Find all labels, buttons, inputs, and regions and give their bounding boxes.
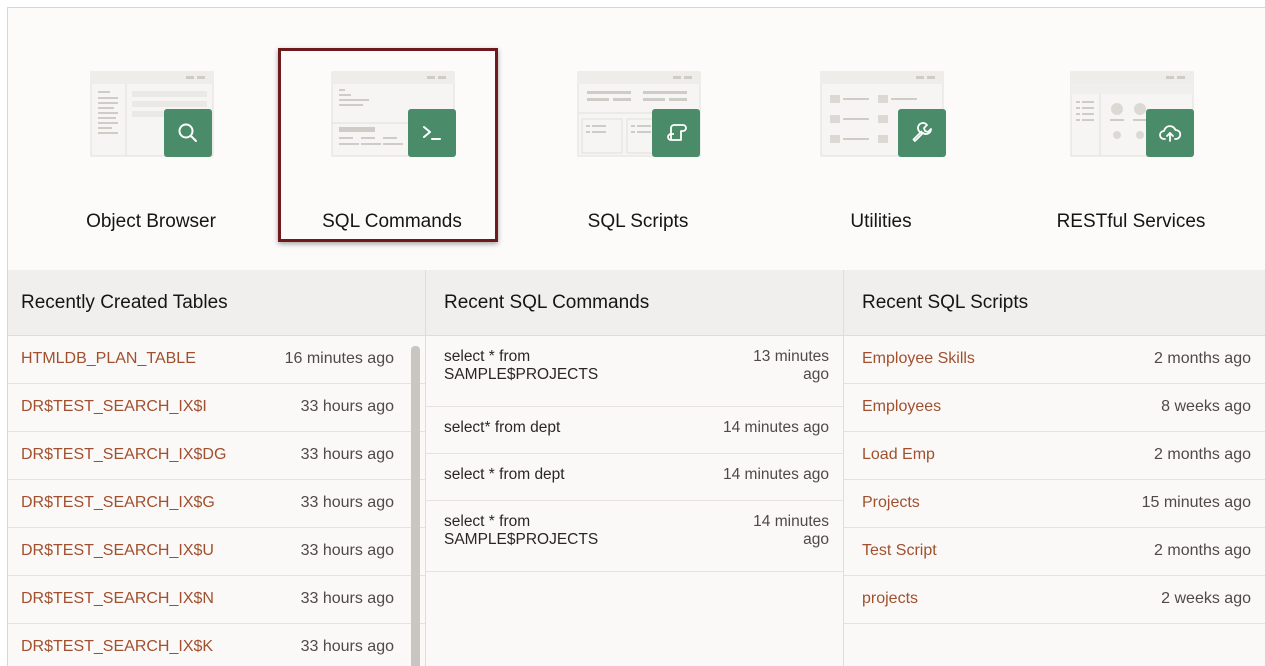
table-link[interactable]: HTMLDB_PLAN_TABLE: [21, 350, 196, 368]
run-time: 14 minutes ago: [753, 513, 829, 548]
script-link[interactable]: Employees: [862, 398, 941, 416]
recent-activity-panels: Recently Created Tables HTMLDB_PLAN_TABL…: [8, 270, 1265, 666]
created-time: 16 minutes ago: [284, 350, 394, 367]
panel-title: Recent SQL Commands: [426, 270, 843, 336]
sql-scripts-label: SQL Scripts: [587, 211, 689, 232]
list-item: DR$TEST_SEARCH_IX$I 33 hours ago: [8, 384, 425, 432]
script-scroll-icon: [667, 124, 687, 141]
list-item: select * from SAMPLE$PROJECTS 13 minutes …: [426, 336, 843, 407]
updated-time: 8 weeks ago: [1161, 398, 1251, 415]
sql-commands-badge: [408, 109, 456, 157]
panel-title: Recent SQL Scripts: [844, 270, 1265, 336]
table-link[interactable]: DR$TEST_SEARCH_IX$G: [21, 494, 215, 512]
sql-commands-tile[interactable]: SQL Commands: [281, 8, 503, 270]
run-time: 14 minutes ago: [723, 466, 829, 483]
created-time: 33 hours ago: [300, 398, 394, 415]
updated-time: 2 months ago: [1154, 542, 1251, 559]
restful-services-badge: [1146, 109, 1194, 157]
list-item: select * from SAMPLE$PROJECTS 14 minutes …: [426, 501, 843, 572]
command-link[interactable]: select * from dept: [444, 466, 644, 484]
list-item: Load Emp 2 months ago: [844, 432, 1265, 480]
updated-time: 15 minutes ago: [1141, 494, 1251, 511]
command-link[interactable]: select* from dept: [444, 419, 644, 437]
created-time: 33 hours ago: [300, 446, 394, 463]
scrollbar-thumb[interactable]: [411, 346, 420, 666]
updated-time: 2 months ago: [1154, 350, 1251, 367]
list-item: DR$TEST_SEARCH_IX$U 33 hours ago: [8, 528, 425, 576]
created-time: 33 hours ago: [300, 494, 394, 511]
recently-created-tables-panel: Recently Created Tables HTMLDB_PLAN_TABL…: [8, 270, 426, 666]
list-item: Employee Skills 2 months ago: [844, 336, 1265, 384]
workshop-launcher: Object Browser SQL Commands SQL Scripts …: [8, 8, 1265, 271]
list-item: HTMLDB_PLAN_TABLE 16 minutes ago: [8, 336, 425, 384]
recent-tables-list: HTMLDB_PLAN_TABLE 16 minutes ago DR$TEST_…: [8, 336, 425, 666]
search-icon: [178, 123, 197, 142]
table-link[interactable]: DR$TEST_SEARCH_IX$U: [21, 542, 214, 560]
script-link[interactable]: Projects: [862, 494, 920, 512]
run-time: 14 minutes ago: [723, 419, 829, 436]
object-browser-label: Object Browser: [86, 211, 216, 232]
panel-title: Recently Created Tables: [8, 270, 425, 336]
object-browser-tile[interactable]: Object Browser: [40, 8, 262, 270]
recent-scripts-list: Employee Skills 2 months ago Employees 8 w…: [844, 336, 1265, 624]
list-item: select * from dept 14 minutes ago: [426, 454, 843, 501]
script-link[interactable]: Test Script: [862, 542, 937, 560]
created-time: 33 hours ago: [300, 638, 394, 655]
run-time: 13 minutes ago: [753, 348, 829, 383]
updated-time: 2 months ago: [1154, 446, 1251, 463]
list-item: Employees 8 weeks ago: [844, 384, 1265, 432]
wrench-icon: [912, 122, 932, 142]
command-link[interactable]: select * from SAMPLE$PROJECTS: [444, 513, 644, 549]
command-link[interactable]: select * from SAMPLE$PROJECTS: [444, 348, 644, 384]
table-link[interactable]: DR$TEST_SEARCH_IX$DG: [21, 446, 226, 464]
table-link[interactable]: DR$TEST_SEARCH_IX$K: [21, 638, 213, 656]
created-time: 33 hours ago: [300, 590, 394, 607]
list-item: DR$TEST_SEARCH_IX$N 33 hours ago: [8, 576, 425, 624]
script-link[interactable]: Employee Skills: [862, 350, 975, 368]
restful-services-label: RESTful Services: [1056, 211, 1206, 232]
terminal-icon: [423, 126, 441, 140]
utilities-tile[interactable]: Utilities: [770, 8, 992, 270]
utilities-badge: [898, 109, 946, 157]
updated-time: 2 weeks ago: [1161, 590, 1251, 607]
created-time: 33 hours ago: [300, 542, 394, 559]
table-link[interactable]: DR$TEST_SEARCH_IX$I: [21, 398, 207, 416]
sql-commands-label: SQL Commands: [322, 211, 462, 232]
sql-scripts-badge: [652, 109, 700, 157]
list-item: projects 2 weeks ago: [844, 576, 1265, 624]
script-link[interactable]: projects: [862, 590, 918, 608]
list-item: Projects 15 minutes ago: [844, 480, 1265, 528]
recent-commands-list: select * from SAMPLE$PROJECTS 13 minutes …: [426, 336, 843, 572]
sql-workshop-home: Object Browser SQL Commands SQL Scripts …: [7, 7, 1265, 666]
list-item: select* from dept 14 minutes ago: [426, 407, 843, 454]
list-item: DR$TEST_SEARCH_IX$G 33 hours ago: [8, 480, 425, 528]
object-browser-badge: [164, 109, 212, 157]
cloud-upload-icon: [1159, 125, 1182, 142]
sql-scripts-tile[interactable]: SQL Scripts: [527, 8, 749, 270]
table-link[interactable]: DR$TEST_SEARCH_IX$N: [21, 590, 214, 608]
utilities-label: Utilities: [850, 211, 912, 232]
restful-services-tile[interactable]: RESTful Services: [1020, 8, 1242, 270]
script-link[interactable]: Load Emp: [862, 446, 935, 464]
list-item: Test Script 2 months ago: [844, 528, 1265, 576]
list-item: DR$TEST_SEARCH_IX$K 33 hours ago: [8, 624, 425, 666]
recent-sql-scripts-panel: Recent SQL Scripts Employee Skills 2 mont…: [844, 270, 1265, 666]
list-item: DR$TEST_SEARCH_IX$DG 33 hours ago: [8, 432, 425, 480]
recent-sql-commands-panel: Recent SQL Commands select * from SAMPLE…: [426, 270, 844, 666]
